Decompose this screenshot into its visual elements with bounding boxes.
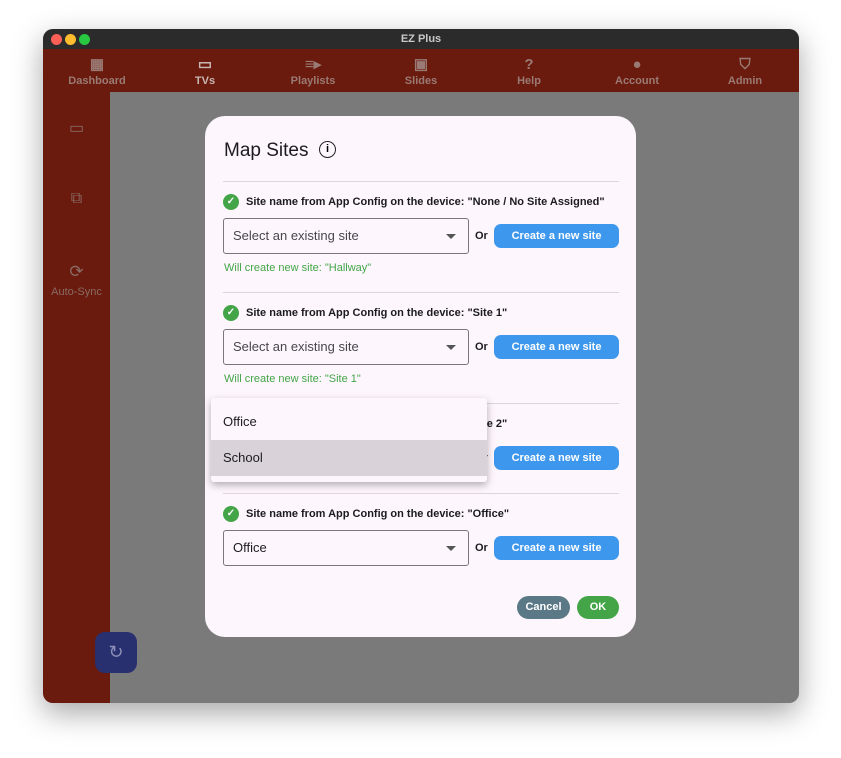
dialog-title: Map Sites xyxy=(224,140,309,161)
site-dropdown-menu: Office School xyxy=(211,398,487,482)
header-text: Site name from App Config on the device:… xyxy=(246,196,605,208)
existing-site-select[interactable]: Office xyxy=(223,530,469,566)
info-icon[interactable]: i xyxy=(319,141,336,158)
select-value: Select an existing site xyxy=(233,339,359,354)
create-site-note: Will create new site: "Hallway" xyxy=(224,262,372,274)
section-divider xyxy=(223,292,619,293)
nav-slides[interactable]: ▣ Slides xyxy=(371,49,471,92)
create-site-note: Will create new site: "Site 1" xyxy=(224,373,361,385)
nav-help[interactable]: ? Help xyxy=(479,49,579,92)
close-window-button[interactable] xyxy=(51,34,62,45)
nav-label: Admin xyxy=(727,74,763,87)
nav-tvs[interactable]: ▭ TVs xyxy=(155,49,255,92)
nav-admin[interactable]: ⛉ Admin xyxy=(695,49,795,92)
existing-site-select[interactable]: Select an existing site xyxy=(223,218,469,254)
header-text: Site name from App Config on the device:… xyxy=(246,508,510,520)
refresh-button[interactable]: ↻ xyxy=(95,632,137,673)
dropdown-option-school[interactable]: School xyxy=(211,440,487,476)
site-config-header: ✓ Site name from App Config on the device… xyxy=(223,305,507,321)
admin-shield-icon: ⛉ xyxy=(739,55,751,73)
create-new-site-button[interactable]: Create a new site xyxy=(494,224,619,248)
nav-playlists[interactable]: ≡▸ Playlists xyxy=(263,49,363,92)
check-circle-icon: ✓ xyxy=(223,506,239,522)
section-divider xyxy=(223,181,619,182)
create-new-site-button[interactable]: Create a new site xyxy=(494,446,619,470)
tv-icon: ▭ xyxy=(197,55,213,73)
create-new-site-button[interactable]: Create a new site xyxy=(494,536,619,560)
section-divider xyxy=(223,493,619,494)
select-value: Select an existing site xyxy=(233,228,359,243)
site-config-header: ✓ Site name from App Config on the device… xyxy=(223,506,509,522)
header-text: Site name from App Config on the device:… xyxy=(246,307,508,319)
ok-button[interactable]: OK xyxy=(577,596,619,619)
nav-label: Account xyxy=(615,74,659,87)
check-circle-icon: ✓ xyxy=(223,194,239,210)
sidebar: ▭ ⧉ ⟳ Auto-Sync xyxy=(43,92,110,703)
dashboard-icon: ▦ xyxy=(89,55,105,73)
map-sites-dialog: Map Sites i Cancel OK ✓ Site name from Ap… xyxy=(205,116,636,637)
dropdown-arrow-icon xyxy=(446,345,456,350)
nav-account[interactable]: ● Account xyxy=(587,49,687,92)
select-value: Office xyxy=(233,540,267,555)
sync-icon[interactable]: ⟳ xyxy=(43,262,110,282)
nav-label: Dashboard xyxy=(68,74,126,87)
help-icon: ? xyxy=(524,55,534,73)
existing-site-select[interactable]: Select an existing site xyxy=(223,329,469,365)
nav-label: Playlists xyxy=(290,74,336,87)
site-config-header: ✓ Site name from App Config on the device… xyxy=(223,194,605,210)
nav-label: Help xyxy=(517,74,541,87)
or-label: Or xyxy=(475,230,488,242)
cancel-button[interactable]: Cancel xyxy=(517,596,570,619)
dropdown-arrow-icon xyxy=(446,234,456,239)
auto-sync-label[interactable]: Auto-Sync xyxy=(43,286,110,298)
nav-dashboard[interactable]: ▦ Dashboard xyxy=(47,49,147,92)
check-circle-icon: ✓ xyxy=(223,305,239,321)
nav-label: TVs xyxy=(194,74,216,87)
or-label: Or xyxy=(475,542,488,554)
title-bar: EZ Plus xyxy=(43,29,799,49)
create-new-site-button[interactable]: Create a new site xyxy=(494,335,619,359)
slides-icon: ▣ xyxy=(413,55,429,73)
minimize-window-button[interactable] xyxy=(65,34,76,45)
nav-label: Slides xyxy=(404,74,438,87)
or-label: Or xyxy=(475,341,488,353)
playlist-icon: ≡▸ xyxy=(304,55,322,73)
tv-icon[interactable]: ▭ xyxy=(43,118,110,138)
dropdown-arrow-icon xyxy=(446,546,456,551)
account-icon: ● xyxy=(632,55,642,73)
dropdown-option-office[interactable]: Office xyxy=(211,404,487,440)
top-nav: ▦ Dashboard ▭ TVs ≡▸ Playlists ▣ Slides? Help ● Ac… xyxy=(43,49,799,92)
maximize-window-button[interactable] xyxy=(79,34,90,45)
multi-tv-icon[interactable]: ⧉ xyxy=(43,190,110,208)
